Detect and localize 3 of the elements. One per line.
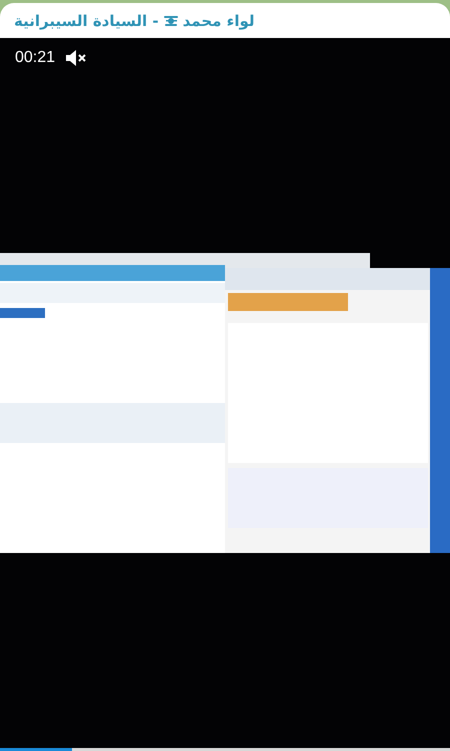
channel-name: - السيادة السيبرانية xyxy=(14,12,159,30)
sender-name: لواء محمد xyxy=(182,12,255,30)
video-time: 00:21 xyxy=(15,49,56,67)
